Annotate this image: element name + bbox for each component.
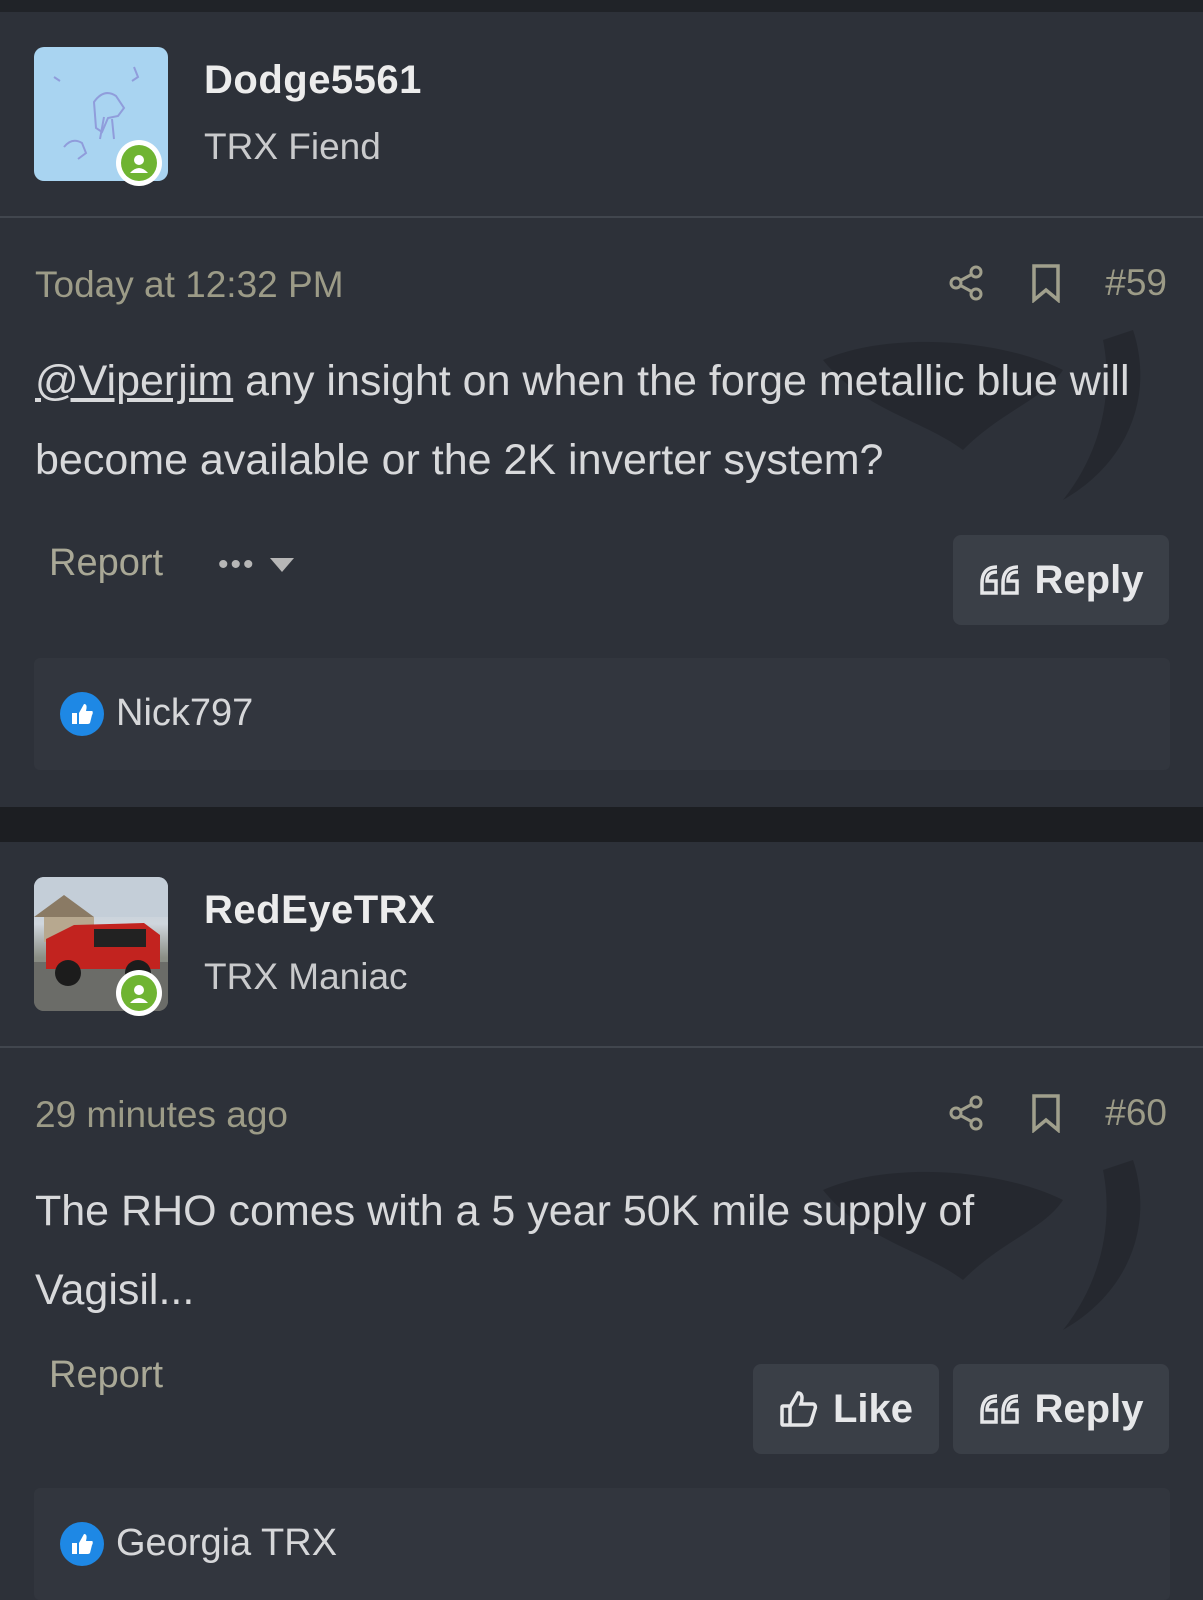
post-body: @Viperjim any insight on when the forge … — [35, 342, 1165, 500]
reply-label: Reply — [1034, 1386, 1144, 1431]
post-separator — [0, 807, 1203, 842]
post-meta-actions: #59 — [945, 262, 1167, 304]
post-number[interactable]: #59 — [1105, 262, 1167, 304]
online-status-icon — [116, 140, 162, 186]
liked-by-user[interactable]: Nick797 — [116, 692, 253, 735]
more-actions-menu[interactable]: ••• — [218, 548, 294, 582]
reply-button[interactable]: Reply — [953, 1364, 1169, 1454]
post-number[interactable]: #60 — [1105, 1092, 1167, 1134]
online-status-icon — [116, 970, 162, 1016]
reply-label: Reply — [1034, 557, 1144, 602]
post-59: Dodge5561 TRX Fiend Today at 12:32 PM #5… — [0, 12, 1203, 807]
report-link[interactable]: Report — [49, 542, 163, 585]
bookmark-icon[interactable] — [1025, 262, 1067, 304]
like-button[interactable]: Like — [753, 1364, 939, 1454]
post-timestamp[interactable]: 29 minutes ago — [35, 1094, 288, 1136]
thumbs-up-icon — [60, 1522, 104, 1566]
share-icon[interactable] — [945, 262, 987, 304]
post-body: The RHO comes with a 5 year 50K mile sup… — [35, 1187, 975, 1314]
username[interactable]: RedEyeTRX — [204, 888, 435, 933]
post-60: RedEyeTRX TRX Maniac 29 minutes ago #60 … — [0, 842, 1203, 1600]
post-header: RedEyeTRX TRX Maniac — [0, 842, 1203, 1048]
reactions-bar[interactable]: Nick797 — [34, 658, 1170, 770]
reactions-bar[interactable]: Georgia TRX — [34, 1488, 1170, 1600]
thumbs-up-icon — [60, 692, 104, 736]
like-label: Like — [832, 1386, 914, 1431]
post-meta-actions: #60 — [945, 1092, 1167, 1134]
dropdown-caret-icon — [269, 558, 294, 572]
post-header: Dodge5561 TRX Fiend — [0, 12, 1203, 218]
bookmark-icon[interactable] — [1025, 1092, 1067, 1134]
top-bar — [0, 0, 1203, 12]
quote-icon — [979, 1394, 1019, 1424]
more-dots: ••• — [218, 548, 256, 581]
user-title: TRX Fiend — [204, 126, 381, 167]
post-timestamp[interactable]: Today at 12:32 PM — [35, 264, 344, 306]
liked-by-user[interactable]: Georgia TRX — [116, 1522, 337, 1565]
report-link[interactable]: Report — [49, 1354, 163, 1397]
quote-icon — [979, 565, 1019, 595]
share-icon[interactable] — [945, 1092, 987, 1134]
thumbs-up-icon — [780, 1391, 818, 1427]
reply-button[interactable]: Reply — [953, 535, 1169, 625]
user-title: TRX Maniac — [204, 956, 408, 997]
username[interactable]: Dodge5561 — [204, 58, 422, 103]
user-mention-link[interactable]: @Viperjim — [35, 357, 233, 405]
